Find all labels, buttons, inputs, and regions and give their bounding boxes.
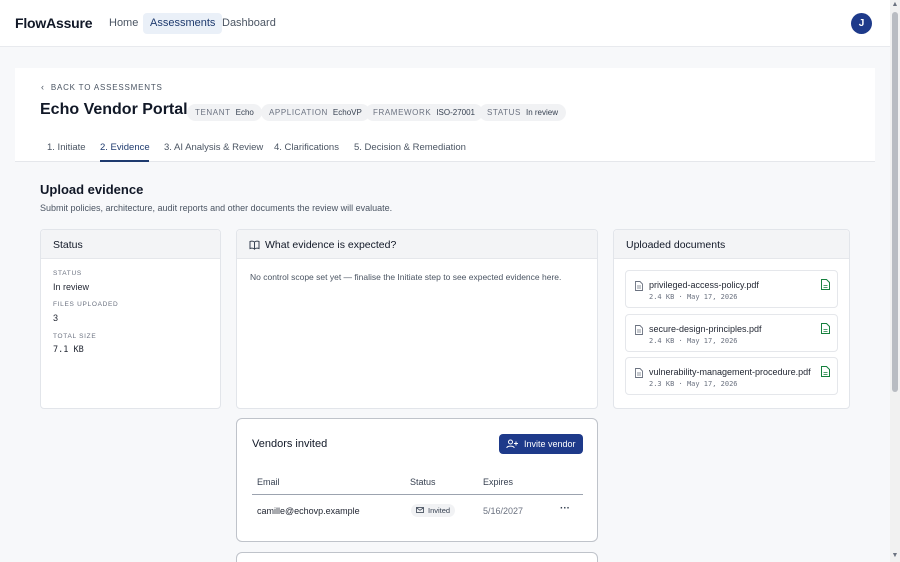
status-card-header: Status	[41, 230, 220, 259]
file-check-icon[interactable]	[821, 323, 830, 337]
tenant-chip: TENANT Echo	[187, 104, 262, 121]
nav-dashboard[interactable]: Dashboard	[215, 13, 283, 34]
section-title: Upload evidence	[40, 182, 144, 197]
uploaded-card-title: Uploaded documents	[626, 239, 726, 251]
back-to-assessments-link[interactable]: ‹ BACK TO ASSESSMENTS	[41, 82, 163, 92]
framework-chip: FRAMEWORK ISO-27001	[365, 104, 483, 121]
document-meta: 2.3 KB · May 17, 2026	[649, 380, 738, 388]
page-title: Echo Vendor Portal	[40, 101, 188, 118]
document-name: secure-design-principles.pdf	[649, 324, 762, 334]
section-subtitle: Submit policies, architecture, audit rep…	[40, 203, 393, 213]
tab-decision[interactable]: 5. Decision & Remediation	[354, 142, 466, 153]
chip-value: EchoVP	[332, 108, 362, 117]
file-check-icon[interactable]	[821, 279, 830, 293]
scroll-up-arrow-icon[interactable]: ▲	[891, 1, 899, 9]
status-badge-label: Invited	[428, 506, 451, 515]
meta-separator: ·	[678, 380, 683, 388]
document-size: 2.4 KB	[649, 293, 675, 301]
status-badge: Invited	[411, 504, 456, 517]
meta-separator: ·	[678, 293, 683, 301]
stat-value-status: In review	[53, 282, 90, 292]
expected-card-header: What evidence is expected?	[237, 230, 597, 259]
active-tab-indicator	[100, 160, 149, 162]
nav-assessments[interactable]: Assessments	[143, 13, 223, 34]
table-header-divider	[252, 494, 583, 495]
expected-evidence-card: What evidence is expected? No control sc…	[236, 229, 598, 409]
page-scrollbar[interactable]: ▲ ▼	[890, 0, 900, 562]
user-avatar[interactable]: J	[851, 13, 872, 34]
chevron-left-icon: ‹	[41, 82, 45, 92]
stat-value-files: 3	[53, 313, 59, 323]
tab-ai-analysis[interactable]: 3. AI Analysis & Review	[164, 142, 263, 153]
chip-value: Echo	[235, 108, 254, 117]
brand-logo[interactable]: FlowAssure	[15, 15, 93, 31]
document-name: privileged-access-policy.pdf	[649, 280, 759, 290]
file-check-icon[interactable]	[821, 366, 830, 380]
scrollbar-thumb[interactable]	[892, 12, 898, 392]
stat-value-size: 7.1 KB	[53, 345, 84, 355]
document-date: May 17, 2026	[686, 380, 738, 388]
mail-icon	[416, 507, 424, 513]
file-icon	[635, 367, 643, 381]
chip-key: TENANT	[195, 108, 231, 117]
document-size: 2.4 KB	[649, 337, 675, 345]
chip-value: In review	[525, 108, 558, 117]
vendors-invited-card: Vendors invited Invite vendor Email Stat…	[236, 418, 598, 542]
document-item[interactable]: privileged-access-policy.pdf 2.4 KB · Ma…	[625, 270, 838, 308]
column-header-status: Status	[410, 477, 436, 487]
chip-key: STATUS	[487, 108, 521, 117]
stat-label-status: STATUS	[53, 270, 82, 277]
document-item[interactable]: secure-design-principles.pdf 2.4 KB · Ma…	[625, 314, 838, 352]
chip-value: ISO-27001	[436, 108, 475, 117]
stat-label-size: TOTAL SIZE	[53, 333, 97, 340]
application-chip: APPLICATION EchoVP	[261, 104, 370, 121]
tab-evidence[interactable]: 2. Evidence	[100, 142, 150, 153]
document-item[interactable]: vulnerability-management-procedure.pdf 2…	[625, 357, 838, 395]
vendor-email: camille@echovp.example	[257, 506, 360, 516]
column-header-expires: Expires	[483, 477, 514, 487]
file-icon	[635, 324, 643, 338]
tab-clarifications[interactable]: 4. Clarifications	[274, 142, 339, 153]
chip-key: FRAMEWORK	[373, 108, 432, 117]
top-navbar: FlowAssure Home Assessments Dashboard J	[0, 0, 890, 47]
vendor-expires: 5/16/2027	[483, 506, 524, 516]
document-date: May 17, 2026	[686, 337, 738, 345]
status-card: Status STATUS In review FILES UPLOADED 3…	[40, 229, 221, 409]
tab-initiate[interactable]: 1. Initiate	[47, 142, 86, 153]
invite-vendor-button[interactable]: Invite vendor	[499, 434, 583, 454]
chip-key: APPLICATION	[269, 108, 328, 117]
document-size: 2.3 KB	[649, 380, 675, 388]
next-card-partial	[236, 552, 598, 562]
scroll-down-arrow-icon[interactable]: ▼	[891, 552, 899, 560]
status-card-title: Status	[53, 239, 83, 251]
book-open-icon	[249, 239, 260, 253]
document-meta: 2.4 KB · May 17, 2026	[649, 337, 738, 345]
back-link-label: BACK TO ASSESSMENTS	[50, 83, 163, 92]
expected-evidence-message: No control scope set yet — finalise the …	[250, 272, 562, 282]
document-meta: 2.4 KB · May 17, 2026	[649, 293, 738, 301]
nav-home[interactable]: Home	[102, 13, 145, 34]
vendors-title: Vendors invited	[252, 438, 328, 450]
more-horizontal-icon[interactable]: ···	[560, 503, 570, 514]
stat-label-files: FILES UPLOADED	[53, 301, 119, 308]
status-chip: STATUS In review	[479, 104, 566, 121]
meta-separator: ·	[678, 337, 683, 345]
uploaded-card-header: Uploaded documents	[614, 230, 849, 259]
document-name: vulnerability-management-procedure.pdf	[649, 367, 811, 377]
user-plus-icon	[506, 439, 518, 449]
document-date: May 17, 2026	[686, 293, 738, 301]
column-header-email: Email	[257, 477, 280, 487]
uploaded-documents-card: Uploaded documents privileged-access-pol…	[613, 229, 850, 409]
file-icon	[635, 280, 643, 294]
invite-vendor-label: Invite vendor	[524, 439, 576, 449]
expected-card-title: What evidence is expected?	[265, 239, 397, 251]
